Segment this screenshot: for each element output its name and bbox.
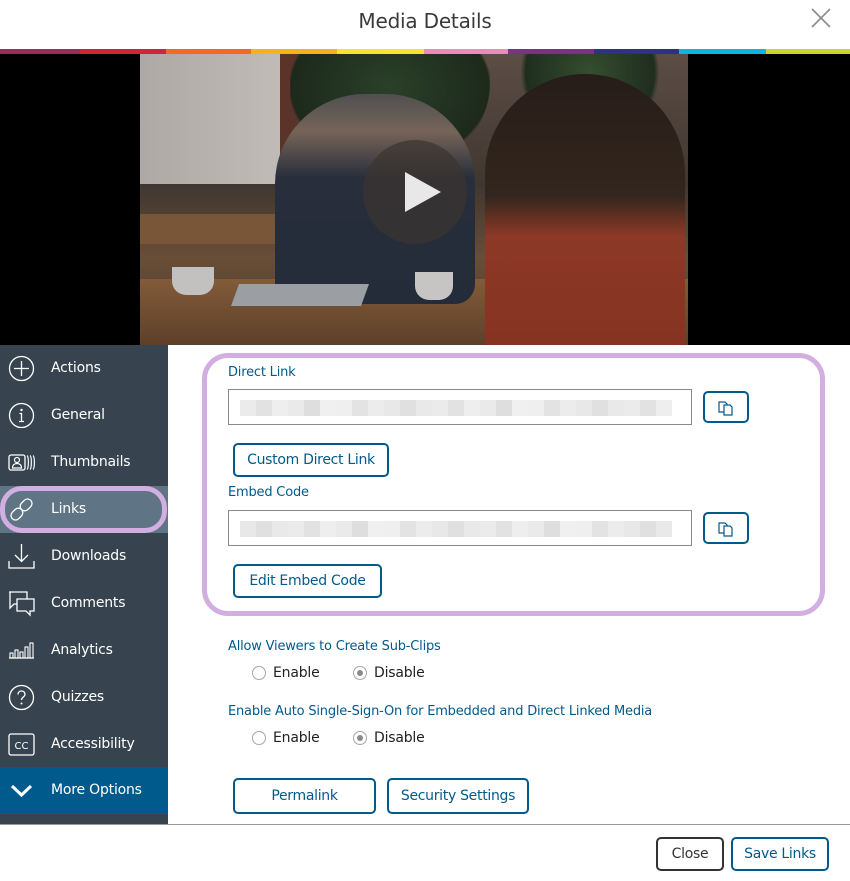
plus-circle-icon — [8, 355, 35, 382]
sidebar-item-more-options[interactable]: More Options — [0, 767, 168, 814]
sidebar-item-label: Thumbnails — [51, 454, 131, 470]
radio-selected — [353, 731, 367, 745]
sidebar-item-links[interactable]: Links — [0, 486, 168, 533]
sidebar-item-downloads[interactable]: Downloads — [0, 533, 168, 580]
sidebar-item-comments[interactable]: Comments — [0, 580, 168, 627]
subclips-label: Allow Viewers to Create Sub-Clips — [228, 639, 441, 654]
save-links-button[interactable]: Save Links — [731, 837, 829, 871]
comments-icon — [8, 590, 35, 617]
security-settings-button[interactable]: Security Settings — [387, 778, 529, 814]
chevron-down-icon — [8, 777, 35, 804]
sidebar-item-label: Accessibility — [51, 736, 135, 752]
radio-label: Enable — [273, 665, 320, 681]
video-thumbnail — [140, 54, 688, 345]
copy-icon — [718, 401, 733, 416]
dialog-title: Media Details — [358, 9, 492, 33]
close-x-icon[interactable] — [811, 8, 831, 28]
sidebar-item-analytics[interactable]: Analytics — [0, 627, 168, 674]
subclips-enable-radio[interactable]: Enable — [252, 665, 320, 681]
copy-icon — [718, 522, 733, 537]
footer-divider — [0, 824, 850, 825]
info-circle-icon — [8, 402, 35, 429]
video-player[interactable] — [0, 54, 850, 345]
dialog-header: Media Details — [0, 0, 850, 49]
radio-label: Disable — [374, 730, 425, 746]
media-details-dialog: Media Details Actions General Thumbnails… — [0, 0, 850, 881]
thumbnails-icon — [8, 449, 35, 476]
svg-text:CC: CC — [15, 741, 29, 752]
radio-unselected — [252, 666, 266, 680]
custom-direct-link-button[interactable]: Custom Direct Link — [233, 443, 389, 477]
bar-chart-icon — [8, 637, 35, 664]
sidebar-item-label: Analytics — [51, 642, 113, 658]
redacted-value — [240, 521, 672, 537]
direct-link-field[interactable] — [228, 389, 692, 425]
radio-unselected — [252, 731, 266, 745]
closed-caption-icon: CC — [8, 731, 35, 758]
sidebar-item-actions[interactable]: Actions — [0, 345, 168, 392]
direct-link-label: Direct Link — [228, 365, 296, 380]
sidebar-item-accessibility[interactable]: CC Accessibility — [0, 721, 168, 768]
radio-label: Enable — [273, 730, 320, 746]
sso-disable-radio[interactable]: Disable — [353, 730, 425, 746]
play-icon — [405, 172, 441, 212]
sidebar-item-label: Links — [51, 501, 86, 517]
sso-enable-radio[interactable]: Enable — [252, 730, 320, 746]
play-button[interactable] — [363, 140, 467, 244]
copy-direct-link-button[interactable] — [703, 391, 749, 423]
radio-label: Disable — [374, 665, 425, 681]
redacted-value — [240, 400, 672, 416]
subclips-disable-radio[interactable]: Disable — [353, 665, 425, 681]
link-icon — [8, 496, 35, 523]
copy-embed-code-button[interactable] — [703, 512, 749, 544]
sidebar-item-thumbnails[interactable]: Thumbnails — [0, 439, 168, 486]
embed-code-label: Embed Code — [228, 485, 309, 500]
question-circle-icon — [8, 684, 35, 711]
sidebar-item-label: Actions — [51, 360, 101, 376]
sidebar-item-quizzes[interactable]: Quizzes — [0, 674, 168, 721]
sidebar-item-general[interactable]: General — [0, 392, 168, 439]
embed-code-field[interactable] — [228, 510, 692, 546]
sso-label: Enable Auto Single-Sign-On for Embedded … — [228, 704, 653, 719]
sidebar-item-label: More Options — [51, 782, 142, 798]
sidebar-item-label: General — [51, 407, 105, 423]
close-button[interactable]: Close — [656, 837, 724, 871]
sidebar: Actions General Thumbnails Links Downloa… — [0, 345, 168, 825]
sidebar-item-label: Comments — [51, 595, 126, 611]
sidebar-item-label: Downloads — [51, 548, 127, 564]
edit-embed-code-button[interactable]: Edit Embed Code — [233, 564, 382, 598]
radio-selected — [353, 666, 367, 680]
download-icon — [8, 543, 35, 570]
sidebar-item-label: Quizzes — [51, 689, 104, 705]
permalink-button[interactable]: Permalink — [233, 778, 376, 814]
